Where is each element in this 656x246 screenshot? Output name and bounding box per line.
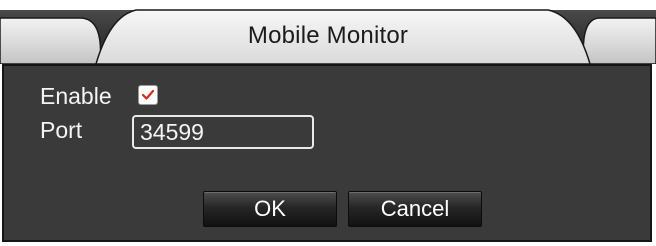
enable-label: Enable — [40, 83, 112, 109]
port-label: Port — [40, 117, 83, 143]
dialog-title: Mobile Monitor — [247, 22, 409, 49]
enable-checkbox[interactable] — [138, 85, 158, 105]
checkmark-icon — [141, 89, 155, 100]
dialog-titlebar: Mobile Monitor — [0, 0, 656, 64]
mobile-monitor-dialog: Mobile Monitor Enable Port 34599 OK Canc… — [0, 0, 656, 246]
cancel-button[interactable]: Cancel — [348, 191, 482, 227]
port-input[interactable]: 34599 — [132, 115, 314, 149]
ok-button[interactable]: OK — [203, 191, 337, 227]
